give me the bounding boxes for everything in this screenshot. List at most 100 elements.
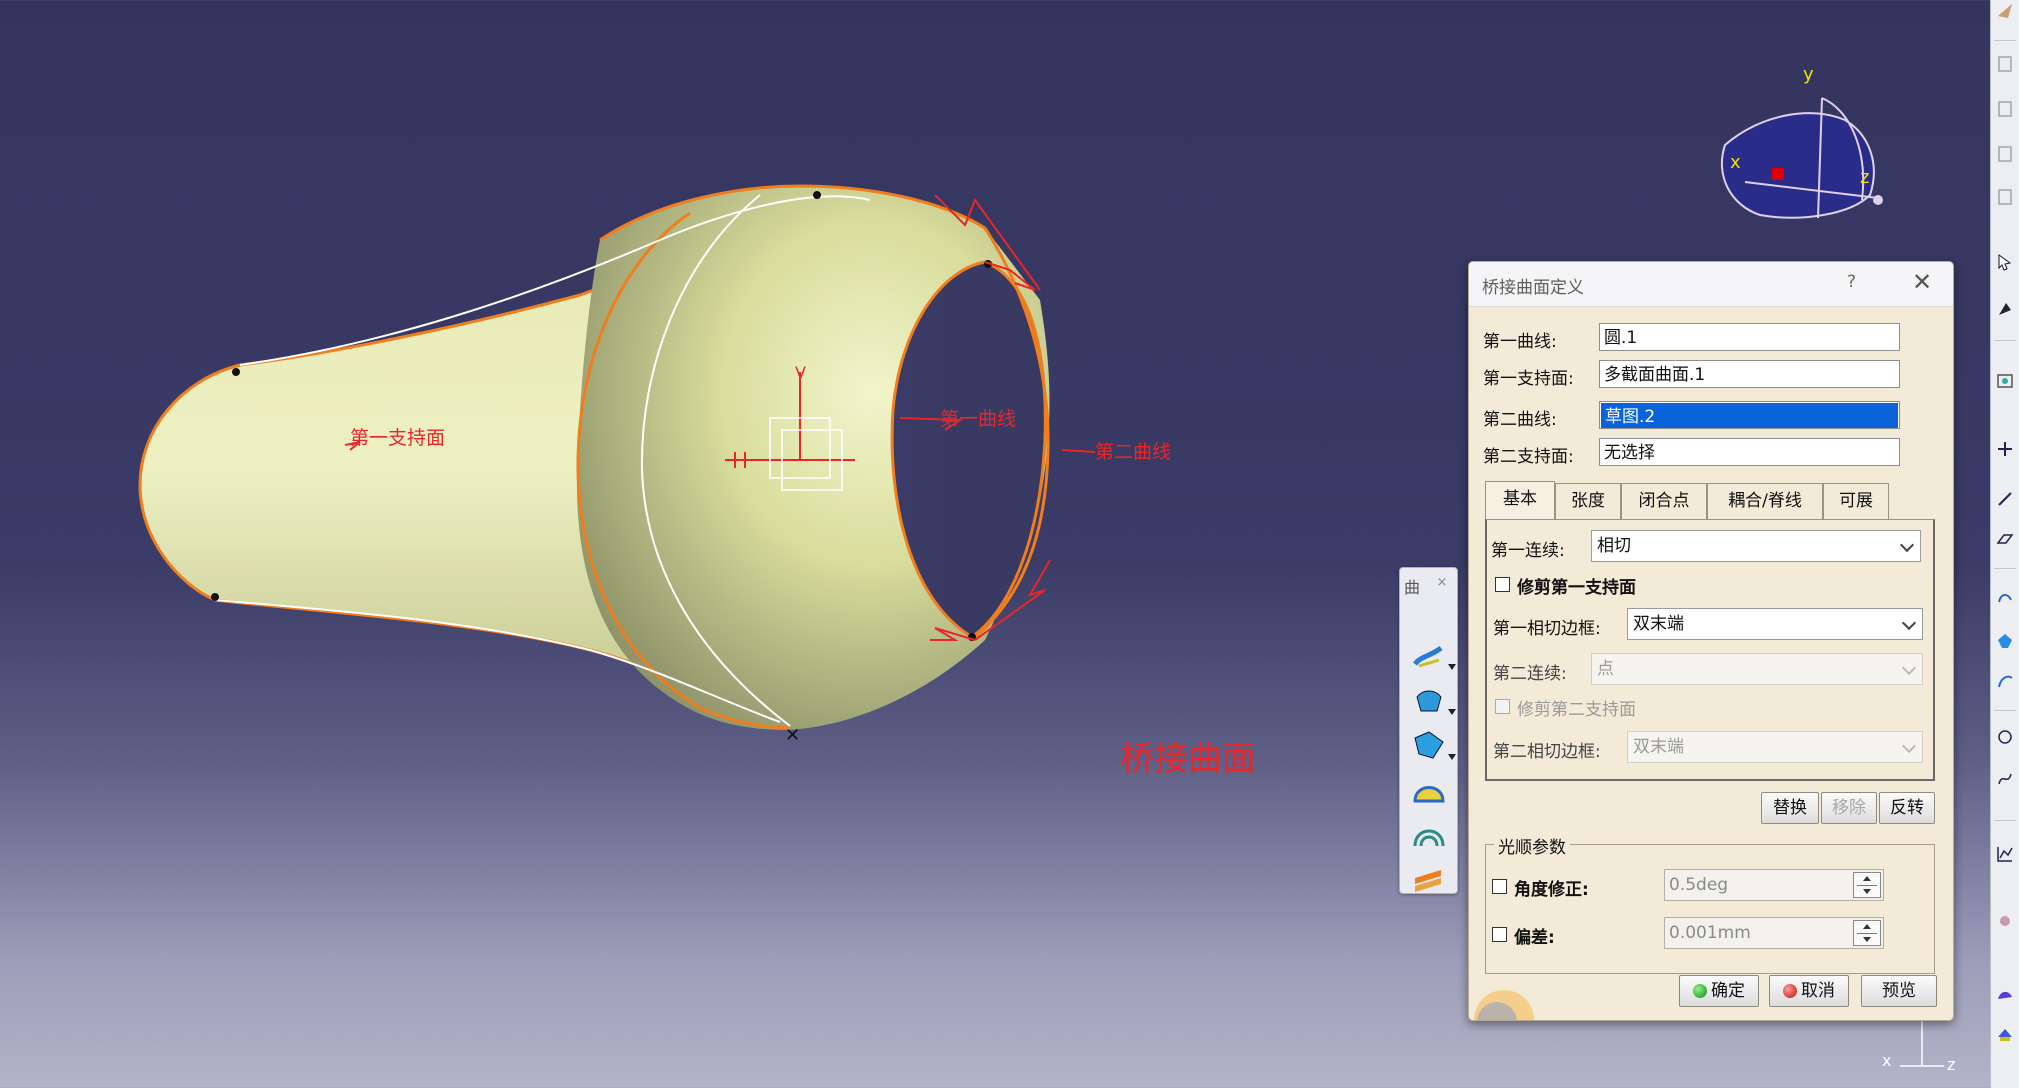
surfaces-floating-toolbar[interactable]: 曲 × bbox=[1399, 567, 1458, 894]
dialog-title: 桥接曲面定义 bbox=[1482, 278, 1584, 298]
close-icon[interactable]: ✕ bbox=[1912, 268, 1932, 296]
sweep-tool-icon[interactable] bbox=[1411, 638, 1447, 674]
floating-toolbar-close-icon[interactable]: × bbox=[1434, 575, 1450, 591]
vertex-point[interactable] bbox=[232, 368, 240, 376]
vertex-point[interactable] bbox=[211, 593, 219, 601]
star-icon[interactable] bbox=[1996, 2, 2014, 20]
first-curve-label: 第一曲线: bbox=[1483, 332, 1557, 352]
toolbar-separator bbox=[1994, 40, 2016, 41]
chevron-down-icon bbox=[1901, 738, 1917, 754]
sketch-icon[interactable] bbox=[1996, 55, 2014, 73]
spline-icon[interactable] bbox=[1996, 770, 2014, 788]
bridge-surface-model[interactable]: ✕ bbox=[138, 184, 1050, 746]
floating-toolbar-title[interactable]: 曲 bbox=[1404, 574, 1420, 598]
second-tangent-border-value: 双末端 bbox=[1633, 737, 1684, 757]
chart-icon[interactable] bbox=[1996, 845, 2014, 863]
first-continuity-value: 相切 bbox=[1597, 536, 1631, 556]
point-icon[interactable] bbox=[1996, 440, 2014, 458]
loft-tool-icon[interactable] bbox=[1411, 683, 1447, 719]
help-icon[interactable]: ? bbox=[1847, 272, 1856, 292]
fill-tool-icon[interactable] bbox=[1411, 773, 1447, 809]
compass-icon[interactable]: y x z bbox=[1720, 64, 1883, 219]
render-icon[interactable] bbox=[1996, 985, 2014, 1003]
preview-button[interactable]: 预览 bbox=[1861, 975, 1937, 1007]
dropdown-triangle-icon[interactable] bbox=[1448, 709, 1456, 715]
ok-button-label: 确定 bbox=[1711, 981, 1745, 1001]
first-continuity-label: 第一连续: bbox=[1491, 541, 1565, 561]
angle-correction-checkbox[interactable] bbox=[1492, 879, 1507, 894]
line-icon[interactable] bbox=[1996, 490, 2014, 508]
first-curve-field[interactable]: 圆.1 bbox=[1599, 323, 1900, 351]
plane-icon[interactable] bbox=[1996, 530, 2014, 548]
toolbar-separator bbox=[1994, 340, 2016, 341]
ok-button[interactable]: 确定 bbox=[1679, 975, 1759, 1007]
texture-icon[interactable] bbox=[1996, 1025, 2014, 1043]
view-icon[interactable] bbox=[1996, 372, 2014, 390]
deviation-checkbox[interactable] bbox=[1492, 927, 1507, 942]
spinner-updown-icon[interactable] bbox=[1853, 920, 1881, 946]
reverse-button[interactable]: 反转 bbox=[1879, 792, 1935, 824]
bridge-surface-dialog[interactable]: 桥接曲面定义 ? ✕ 第一曲线: 圆.1 第一支持面: 多截面曲面.1 第二曲线… bbox=[1468, 261, 1954, 1021]
sweep-icon[interactable] bbox=[1996, 672, 2014, 690]
sketch-icon[interactable] bbox=[1996, 188, 2014, 206]
vertex-point[interactable] bbox=[813, 191, 821, 199]
second-support-field[interactable]: 无选择 bbox=[1599, 438, 1900, 466]
second-tangent-border-label: 第二相切边框: bbox=[1493, 742, 1601, 762]
trim-second-support-checkbox[interactable] bbox=[1495, 699, 1510, 714]
second-continuity-value: 点 bbox=[1597, 659, 1614, 679]
second-continuity-select[interactable]: 点 bbox=[1591, 653, 1923, 685]
extrude-icon[interactable] bbox=[1996, 588, 2014, 606]
toolbar-separator bbox=[1994, 568, 2016, 569]
first-continuity-select[interactable]: 相切 bbox=[1591, 530, 1921, 562]
circle-icon[interactable] bbox=[1996, 728, 2014, 746]
tab-developable[interactable]: 可展 bbox=[1823, 483, 1889, 519]
curve1-annotation[interactable]: 第一曲线 bbox=[940, 408, 1016, 430]
remove-button[interactable]: 移除 bbox=[1821, 792, 1877, 824]
second-curve-value[interactable]: 草图.2 bbox=[1601, 403, 1898, 428]
support1-annotation[interactable]: 第一支持面 bbox=[350, 427, 445, 449]
global-axis-z-label: z bbox=[1947, 1055, 1955, 1074]
tab-basic[interactable]: 基本 bbox=[1485, 481, 1555, 521]
deviation-value[interactable]: 0.001mm bbox=[1669, 923, 1751, 943]
sketch-icon[interactable] bbox=[1996, 100, 2014, 118]
compass-y-label: y bbox=[1803, 64, 1814, 85]
deviation-spinner[interactable]: 0.001mm bbox=[1664, 917, 1884, 949]
cancel-button[interactable]: 取消 bbox=[1769, 975, 1849, 1007]
red-dot-icon bbox=[1783, 984, 1797, 998]
tab-closing-points[interactable]: 闭合点 bbox=[1621, 483, 1707, 519]
blend-tool-icon[interactable] bbox=[1411, 728, 1447, 764]
first-tangent-border-select[interactable]: 双末端 bbox=[1627, 608, 1923, 640]
second-continuity-label: 第二连续: bbox=[1493, 664, 1567, 684]
angle-correction-spinner[interactable]: 0.5deg bbox=[1664, 869, 1884, 901]
compass-z-label: z bbox=[1860, 167, 1869, 188]
compass-x-label: x bbox=[1730, 152, 1741, 173]
revolve-icon[interactable] bbox=[1996, 632, 2014, 650]
trim-first-support-checkbox[interactable] bbox=[1495, 577, 1510, 592]
analysis-icon[interactable] bbox=[1996, 912, 2014, 930]
cancel-button-label: 取消 bbox=[1801, 981, 1835, 1001]
first-support-field[interactable]: 多截面曲面.1 bbox=[1599, 360, 1900, 388]
smoothing-params-group: 光顺参数 角度修正: 0.5deg 偏差: 0.001mm bbox=[1485, 833, 1935, 974]
chevron-down-icon bbox=[1901, 615, 1917, 631]
tab-tension[interactable]: 张度 bbox=[1555, 483, 1621, 519]
sketch-icon[interactable] bbox=[1996, 145, 2014, 163]
tab-coupling-spine[interactable]: 耦合/脊线 bbox=[1707, 483, 1823, 519]
spinner-updown-icon[interactable] bbox=[1853, 872, 1881, 898]
catia-logo-icon bbox=[1474, 990, 1534, 1020]
second-curve-field[interactable]: 草图.2 bbox=[1599, 401, 1900, 429]
fill-icon[interactable] bbox=[1996, 300, 2014, 318]
axis-v-label: V bbox=[795, 363, 806, 382]
angle-correction-value[interactable]: 0.5deg bbox=[1669, 875, 1728, 895]
multisection-tool-icon[interactable] bbox=[1411, 818, 1447, 854]
global-axis-x-label: x bbox=[1882, 1051, 1891, 1070]
dialog-titlebar[interactable]: 桥接曲面定义 ? ✕ bbox=[1469, 262, 1953, 307]
deviation-label: 偏差: bbox=[1514, 928, 1555, 948]
replace-button[interactable]: 替换 bbox=[1761, 792, 1819, 824]
dropdown-triangle-icon[interactable] bbox=[1448, 664, 1456, 670]
second-tangent-border-select[interactable]: 双末端 bbox=[1627, 731, 1923, 763]
offset-tool-icon[interactable] bbox=[1411, 860, 1447, 896]
select-arrow-icon[interactable] bbox=[1996, 253, 2014, 271]
curve2-annotation[interactable]: 第二曲线 bbox=[1095, 441, 1171, 463]
dropdown-triangle-icon[interactable] bbox=[1448, 754, 1456, 760]
second-curve-label: 第二曲线: bbox=[1483, 410, 1557, 430]
